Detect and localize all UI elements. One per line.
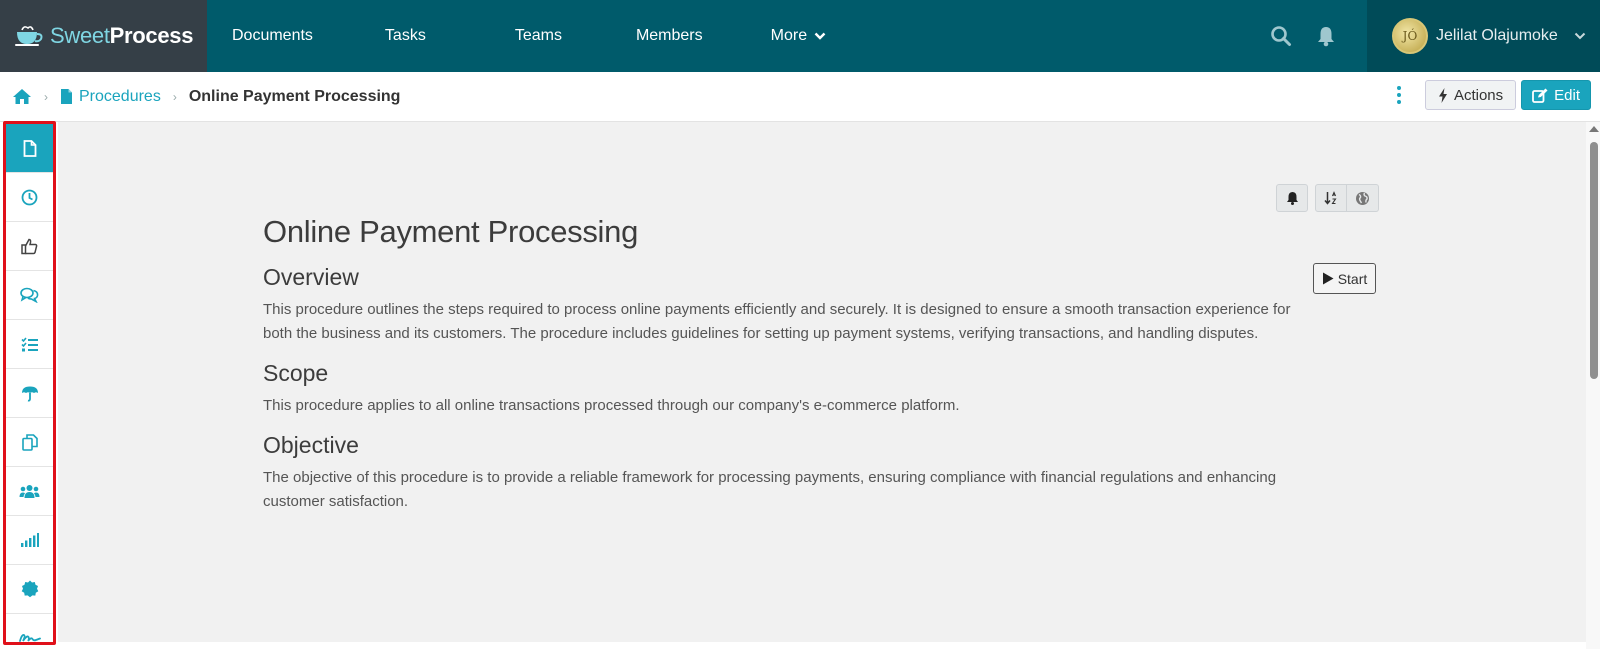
chevron-down-icon	[1574, 32, 1586, 40]
actions-button[interactable]: Actions	[1424, 80, 1517, 110]
user-menu[interactable]: JÓ Jelilat Olajumoke	[1367, 0, 1600, 72]
file-icon	[61, 89, 72, 104]
section-body-objective: The objective of this procedure is to pr…	[263, 469, 1277, 510]
top-icons	[1270, 0, 1336, 72]
user-name: Jelilat Olajumoke	[1436, 27, 1558, 44]
section-body-overview: This procedure outlines the steps requir…	[263, 301, 1291, 342]
chevron-right-icon: ›	[172, 89, 177, 104]
section-heading-scope: Scope	[263, 360, 329, 386]
bell-icon[interactable]	[1316, 25, 1336, 47]
globe-icon	[1356, 191, 1369, 205]
play-icon	[1322, 272, 1334, 285]
clock-icon	[21, 189, 38, 205]
sort-toggle[interactable]	[1315, 184, 1347, 212]
signature-icon	[18, 634, 41, 642]
page-actions: Actions Edit	[1391, 80, 1591, 110]
comments-icon	[20, 287, 39, 303]
edit-label: Edit	[1554, 86, 1580, 104]
search-icon[interactable]	[1270, 25, 1292, 47]
sidebar-item-document[interactable]	[6, 124, 53, 173]
teacup-icon	[15, 26, 43, 46]
bell-icon	[1286, 192, 1298, 205]
top-navbar: SweetProcess Documents Tasks Teams Membe…	[0, 0, 1600, 72]
sort-icon	[1324, 191, 1337, 205]
breadcrumb: › Procedures › Online Payment Processing…	[0, 72, 1600, 122]
thumbs-up-icon	[21, 238, 38, 254]
nav-more[interactable]: More	[771, 0, 826, 72]
chevron-right-icon: ›	[44, 89, 48, 104]
home-icon[interactable]	[12, 88, 32, 105]
section-heading-objective: Objective	[263, 432, 359, 458]
sidebar-item-history[interactable]	[6, 173, 53, 222]
document-icon	[23, 139, 36, 157]
checklist-icon	[20, 336, 38, 351]
section-body-scope: This procedure applies to all online tra…	[263, 397, 960, 414]
copy-icon	[21, 433, 38, 451]
start-button[interactable]: Start	[1313, 263, 1376, 294]
badge-icon	[21, 580, 38, 598]
nav-documents[interactable]: Documents	[232, 0, 313, 72]
nav-more-label: More	[770, 27, 808, 44]
notification-toggle[interactable]	[1276, 184, 1308, 212]
edit-button[interactable]: Edit	[1521, 80, 1591, 110]
sidebar-item-stats[interactable]	[6, 516, 53, 565]
sidebar-item-approvals[interactable]	[6, 222, 53, 271]
sidebar-item-certification[interactable]	[6, 565, 53, 614]
scrollbar-thumb[interactable]	[1590, 142, 1598, 379]
signal-bars-icon	[21, 533, 39, 547]
sidebar-item-team[interactable]	[6, 467, 53, 516]
page-title: Online Payment Processing	[263, 214, 639, 249]
sidebar-item-comments[interactable]	[6, 271, 53, 320]
procedure-sidebar	[3, 121, 56, 645]
avatar[interactable]: JÓ	[1392, 18, 1428, 54]
users-icon	[19, 484, 40, 498]
scrollbar[interactable]	[1586, 122, 1600, 649]
nav-teams[interactable]: Teams	[515, 0, 562, 72]
sweetprocess-logo[interactable]: SweetProcess	[0, 0, 207, 72]
section-heading-overview: Overview	[263, 264, 359, 290]
sidebar-item-copies[interactable]	[6, 418, 53, 467]
breadcrumb-current: Online Payment Processing	[188, 87, 401, 105]
umbrella-icon	[21, 386, 38, 401]
edit-icon	[1532, 88, 1548, 103]
scroll-up-icon[interactable]	[1589, 126, 1599, 132]
language-toggle[interactable]	[1347, 184, 1379, 212]
nav-tasks[interactable]: Tasks	[385, 0, 426, 72]
procedure-document: Online Payment Processing Overview This …	[263, 214, 1303, 514]
logo-text: SweetProcess	[50, 23, 194, 48]
breadcrumb-procedures-link[interactable]: Procedures	[79, 88, 161, 106]
chevron-down-icon	[814, 32, 826, 40]
start-label: Start	[1337, 270, 1368, 287]
document-tools	[1276, 184, 1379, 212]
lightning-icon	[1438, 87, 1447, 103]
sidebar-item-policies[interactable]	[6, 369, 53, 418]
sidebar-item-signoff[interactable]	[6, 614, 53, 642]
sidebar-item-checklist[interactable]	[6, 320, 53, 369]
more-options-icon[interactable]	[1391, 85, 1407, 106]
main-nav: Documents Tasks Teams Members More	[207, 0, 826, 72]
nav-members[interactable]: Members	[636, 0, 703, 72]
actions-label: Actions	[1453, 86, 1504, 104]
footer-strip	[58, 642, 1586, 649]
